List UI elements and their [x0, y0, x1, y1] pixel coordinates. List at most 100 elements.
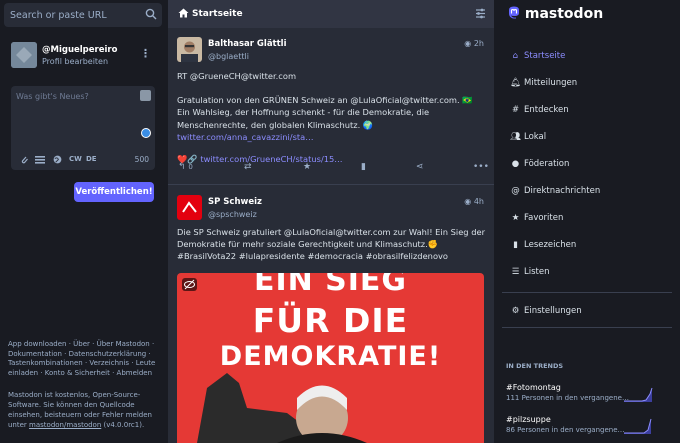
- reply-button[interactable]: ↰ 0: [178, 162, 193, 172]
- post-author-handle[interactable]: @spschweiz: [208, 210, 257, 219]
- content-warning-toggle[interactable]: CW: [69, 155, 82, 163]
- nav-label: Entdecken: [524, 105, 569, 115]
- globe-icon: ◉: [464, 39, 472, 48]
- repo-link[interactable]: mastodon/mastodon: [29, 421, 101, 429]
- compose-toolbar: CW DE 500: [11, 150, 155, 170]
- hide-media-icon[interactable]: [182, 278, 197, 291]
- home-icon: [178, 8, 189, 21]
- nav-item-listen[interactable]: ☰ Listen: [510, 267, 550, 277]
- post-line-body: Ein Wahlsieg, der Hoffnung schenkt - für…: [177, 106, 489, 143]
- nav-label: Mitteilungen: [524, 78, 578, 88]
- more-options-button[interactable]: •••: [473, 162, 489, 172]
- post-avatar[interactable]: [177, 37, 202, 62]
- column-title: Startseite: [192, 9, 243, 19]
- profile-username[interactable]: @Miguelpereiro: [42, 45, 117, 55]
- nav-label: Lesezeichen: [524, 240, 577, 250]
- post-timestamp[interactable]: ◉ 4h: [464, 197, 484, 206]
- compose-avatar: [140, 90, 151, 101]
- mastodon-logo[interactable]: mastodon: [508, 6, 603, 22]
- users-icon: 👥︎: [510, 132, 521, 142]
- media-text-line: EIN SIEG: [253, 273, 408, 298]
- check-badge-icon: [141, 128, 151, 138]
- character-counter: 500: [134, 155, 149, 164]
- nav-label: Startseite: [524, 51, 566, 61]
- nav-label: Lokal: [524, 132, 547, 142]
- post-avatar[interactable]: [177, 195, 202, 220]
- home-timeline-column: Startseite Balthasar Glättli @bglaettli …: [168, 0, 494, 443]
- nav-label: Listen: [524, 267, 550, 277]
- nav-item-lesezeichen[interactable]: ▮ Lesezeichen: [510, 240, 576, 250]
- compose-textarea[interactable]: Was gibt's Neues?: [11, 86, 155, 152]
- post-line-congrats: Gratulation von den GRÜNEN Schweiz an @L…: [177, 95, 473, 106]
- nav-label: Direktnachrichten: [524, 186, 601, 196]
- compose-placeholder: Was gibt's Neues?: [16, 92, 89, 101]
- column-settings-icon[interactable]: [475, 8, 486, 22]
- nav-label: Einstellungen: [524, 306, 582, 316]
- trend-item[interactable]: #pilzsuppe 86 Personen in den vergangene…: [506, 415, 676, 434]
- hashtag-icon: #: [511, 105, 520, 115]
- home-icon: ⌂: [512, 51, 519, 61]
- media-text-line: FÜR DIE: [252, 301, 409, 340]
- brand-name: mastodon: [524, 6, 604, 22]
- trend-sparkline: [624, 387, 653, 402]
- publish-button[interactable]: Veröffentlichen!: [74, 182, 154, 202]
- trend-item[interactable]: #Fotomontag 111 Personen in den vergange…: [506, 383, 676, 402]
- nav-label: Favoriten: [524, 213, 564, 223]
- list-icon: ☰: [511, 267, 520, 277]
- at-icon: @: [511, 186, 520, 196]
- post-author-handle[interactable]: @bglaettli: [208, 52, 249, 61]
- post-body-text: Ein Wahlsieg, der Hoffnung schenkt - für…: [177, 107, 430, 130]
- share-button[interactable]: ⋖: [416, 162, 424, 172]
- status-post[interactable]: Balthasar Glättli @bglaettli ◉ 2h RT @Gr…: [168, 28, 494, 185]
- nav-divider: [502, 292, 672, 293]
- reply-count: 0: [188, 163, 193, 171]
- post-time: 4h: [473, 197, 484, 206]
- language-selector[interactable]: DE: [86, 155, 97, 163]
- bookmark-icon: ▮: [513, 240, 518, 250]
- nav-item-entdecken[interactable]: # Entdecken: [510, 105, 569, 115]
- post-timestamp[interactable]: ◉ 2h: [464, 39, 484, 48]
- paperclip-icon[interactable]: [20, 155, 29, 167]
- nav-item-einstellungen[interactable]: ⚙ Einstellungen: [510, 306, 582, 316]
- footer-about: Mastodon ist kostenlos, Open-Source-Soft…: [8, 390, 160, 430]
- nav-item-direktnachrichten[interactable]: @ Direktnachrichten: [510, 186, 600, 196]
- post-content: RT @GrueneCH@twitter.com Gratulation von…: [177, 70, 489, 165]
- nav-item-lokal[interactable]: 👥︎ Lokal: [510, 132, 546, 142]
- profile-card: @Miguelpereiro Profil bearbeiten ⋮: [11, 42, 161, 72]
- post-actions: ↰ 0 ⇄ ★ ▮ ⋖ •••: [168, 162, 494, 178]
- favourite-button[interactable]: ★: [303, 162, 311, 172]
- poll-icon[interactable]: [35, 155, 45, 166]
- right-navigation: mastodon ⌂ Startseite 🔔︎ Mitteilungen # Ent…: [494, 0, 680, 443]
- search-input[interactable]: Search or paste URL: [4, 3, 162, 27]
- column-header[interactable]: Startseite: [168, 0, 494, 28]
- post-media-image[interactable]: EIN SIEG FÜR DIE DEMOKRATIE!: [177, 273, 484, 443]
- nav-item-favoriten[interactable]: ★ Favoriten: [510, 213, 564, 223]
- left-column: Search or paste URL @Miguelpereiro Profi…: [0, 0, 168, 443]
- globe-icon: ●: [511, 159, 520, 169]
- post-content: Die SP Schweiz gratuliert @LulaOficial@t…: [177, 227, 485, 262]
- search-icon[interactable]: [145, 8, 157, 23]
- post-author-name[interactable]: Balthasar Glättli: [208, 39, 287, 49]
- mastodon-logo-icon: [509, 6, 519, 19]
- boost-button[interactable]: ⇄: [244, 162, 252, 172]
- more-menu-icon[interactable]: ⋮: [140, 47, 151, 60]
- nav-item-foederation[interactable]: ● Föderation: [510, 159, 570, 169]
- star-icon: ★: [511, 213, 520, 223]
- search-placeholder: Search or paste URL: [10, 10, 107, 21]
- trends-heading: IN DEN TRENDS: [506, 362, 564, 370]
- globe-icon: ◉: [464, 197, 472, 206]
- visibility-globe-icon[interactable]: [53, 155, 62, 166]
- footer-links[interactable]: App downloaden · Über · Über Mastodon · …: [8, 340, 160, 378]
- media-photo-figure: [197, 373, 367, 443]
- nav-item-mitteilungen[interactable]: 🔔︎ Mitteilungen: [510, 78, 577, 88]
- post-author-name[interactable]: SP Schweiz: [208, 197, 262, 207]
- edit-profile-link[interactable]: Profil bearbeiten: [42, 57, 108, 66]
- avatar[interactable]: [11, 42, 37, 68]
- post-line-rt: RT @GrueneCH@twitter.com: [177, 71, 297, 81]
- post-quote-link[interactable]: twitter.com/anna_cavazzini/sta…: [177, 132, 314, 142]
- nav-divider: [502, 327, 672, 328]
- gear-icon: ⚙: [511, 306, 520, 316]
- trend-sparkline: [624, 418, 652, 434]
- bookmark-button[interactable]: ▮: [361, 162, 366, 172]
- nav-item-startseite[interactable]: ⌂ Startseite: [510, 51, 566, 61]
